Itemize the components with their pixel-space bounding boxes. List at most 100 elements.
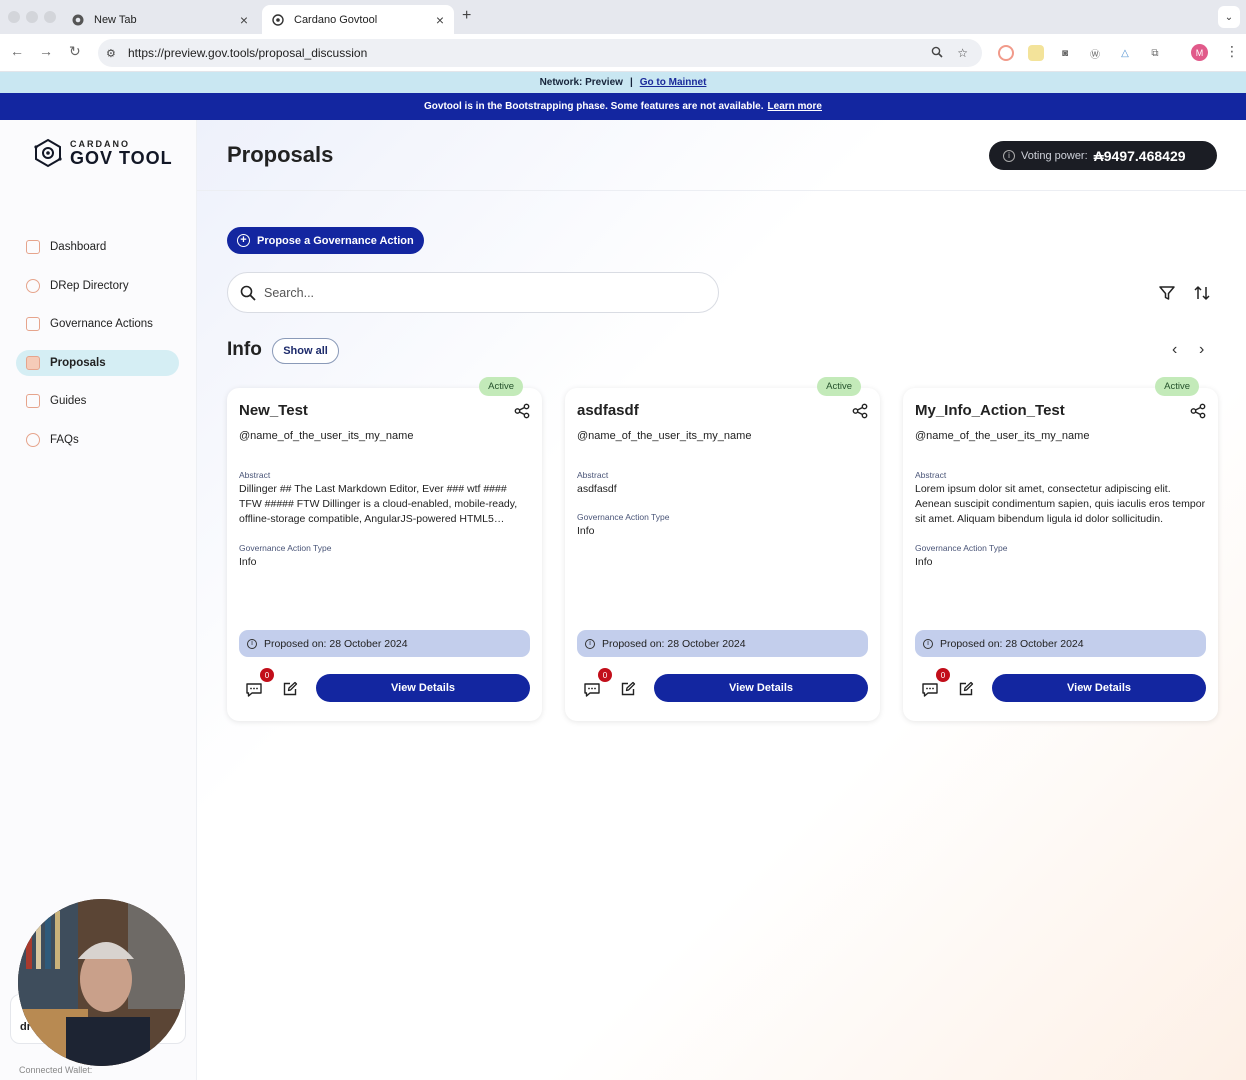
sidebar-item-label: FAQs	[50, 434, 79, 446]
comment-count-badge: 0	[936, 668, 950, 682]
extension-2-icon[interactable]	[1028, 45, 1044, 61]
share-icon[interactable]	[514, 403, 530, 419]
comment-icon[interactable]	[921, 682, 939, 698]
sort-icon[interactable]	[1193, 284, 1211, 302]
edit-icon[interactable]	[620, 681, 636, 697]
proposals-icon	[26, 356, 40, 370]
proposal-card: Active My_Info_Action_Test @name_of_the_…	[903, 377, 1218, 721]
info-icon: i	[585, 638, 595, 649]
sidebar-item-dashboard[interactable]: Dashboard	[16, 234, 179, 260]
share-icon[interactable]	[1190, 403, 1206, 419]
proposal-author: @name_of_the_user_its_my_name	[239, 430, 414, 442]
sidebar-item-faqs[interactable]: FAQs	[16, 427, 179, 453]
proposal-title: My_Info_Action_Test	[915, 402, 1065, 419]
window-zoom-dot[interactable]	[44, 11, 56, 23]
propose-governance-action-button[interactable]: + Propose a Governance Action	[227, 227, 424, 254]
govtool-logo[interactable]: CARDANO GOV TOOL	[32, 138, 173, 168]
browser-menu-icon[interactable]: ⋮	[1225, 43, 1239, 60]
tab-close-icon[interactable]: ×	[436, 12, 444, 28]
sidebar-item-drep-directory[interactable]: DRep Directory	[16, 273, 179, 299]
camera-extension-icon[interactable]: ◙	[1057, 45, 1073, 61]
zoom-icon[interactable]	[931, 46, 943, 61]
governance-action-type-value: Info	[577, 525, 595, 537]
new-tab-plus-icon[interactable]: +	[462, 7, 471, 25]
chrome-icon	[72, 14, 84, 26]
show-all-button[interactable]: Show all	[272, 338, 339, 364]
page-title: Proposals	[227, 142, 334, 167]
comment-icon[interactable]	[583, 682, 601, 698]
edit-icon[interactable]	[282, 681, 298, 697]
govtool-favicon-icon	[272, 13, 284, 26]
governance-action-type-label: Governance Action Type	[915, 543, 1008, 553]
drive-extension-icon[interactable]: △	[1117, 45, 1133, 61]
network-separator: |	[629, 77, 633, 88]
proposed-on-box: i Proposed on: 28 October 2024	[915, 630, 1206, 657]
extension-1-icon[interactable]	[998, 45, 1014, 61]
sidebar-item-proposals[interactable]: Proposals	[16, 350, 179, 376]
page-header: Proposals i Voting power: ₳9497.468429	[197, 120, 1246, 191]
tab-search-chevron-icon[interactable]: ⌄	[1218, 6, 1240, 28]
governance-action-type-label: Governance Action Type	[577, 512, 670, 522]
window-minimize-dot[interactable]	[26, 11, 38, 23]
abstract-text: Dillinger ## The Last Markdown Editor, E…	[239, 483, 518, 525]
voting-power-pill: i Voting power: ₳9497.468429	[989, 141, 1217, 170]
bootstrap-text: Govtool is in the Bootstrapping phase. S…	[424, 101, 764, 112]
bookmark-star-icon[interactable]: ☆	[957, 46, 968, 60]
section-title-info: Info	[227, 339, 262, 360]
sidebar-item-label: Dashboard	[50, 241, 107, 253]
governance-actions-icon	[26, 317, 40, 331]
abstract-text: Lorem ipsum dolor sit amet, consectetur …	[915, 483, 1206, 525]
back-icon[interactable]: ←	[10, 43, 24, 59]
voting-power-label: Voting power:	[1021, 149, 1088, 162]
view-details-button[interactable]: View Details	[316, 674, 530, 702]
status-badge: Active	[817, 377, 861, 396]
chevron-right-icon[interactable]: ›	[1199, 341, 1204, 359]
sidebar-item-guides[interactable]: Guides	[16, 388, 179, 414]
proposed-on-text: Proposed on: 28 October 2024	[602, 637, 746, 650]
proposal-author: @name_of_the_user_its_my_name	[915, 430, 1090, 442]
wordpress-extension-icon[interactable]: Ⓦ	[1087, 45, 1103, 61]
comment-icon[interactable]	[245, 682, 263, 698]
view-details-button[interactable]: View Details	[992, 674, 1206, 702]
filter-icon[interactable]	[1158, 284, 1176, 302]
sidebar-item-label: Governance Actions	[50, 318, 153, 330]
edit-icon[interactable]	[958, 681, 974, 697]
reload-icon[interactable]: ↻	[69, 43, 81, 60]
drep-directory-icon	[26, 279, 40, 293]
proposed-on-text: Proposed on: 28 October 2024	[264, 637, 408, 650]
tab-close-icon[interactable]: ×	[240, 12, 248, 28]
learn-more-link[interactable]: Learn more	[768, 101, 822, 112]
abstract-label: Abstract	[577, 470, 609, 480]
profile-avatar[interactable]: M	[1191, 44, 1208, 61]
network-banner: Network: Preview | Go to Mainnet	[0, 72, 1246, 93]
connected-wallet-label: Connected Wallet:	[19, 1065, 93, 1075]
view-details-button[interactable]: View Details	[654, 674, 868, 702]
proposed-on-text: Proposed on: 28 October 2024	[940, 637, 1084, 650]
tab-label: Cardano Govtool	[294, 13, 378, 26]
tab-new-tab[interactable]: New Tab ×	[62, 5, 258, 34]
share-icon[interactable]	[852, 403, 868, 419]
search-input[interactable]	[264, 285, 684, 300]
site-settings-icon[interactable]: ⚙	[106, 47, 124, 60]
chevron-left-icon[interactable]: ‹	[1172, 341, 1177, 359]
go-to-mainnet-link[interactable]: Go to Mainnet	[640, 77, 707, 88]
forward-icon[interactable]: →	[39, 43, 53, 59]
sidebar-item-governance-actions[interactable]: Governance Actions	[16, 311, 179, 337]
window-close-dot[interactable]	[8, 11, 20, 23]
voting-power-value: ₳9497.468429	[1093, 147, 1186, 164]
abstract-label: Abstract	[915, 470, 947, 480]
governance-action-type-value: Info	[239, 556, 257, 568]
sidebar-item-label: Proposals	[50, 357, 106, 369]
browser-toolbar: ← → ↻ ⚙ https://preview.gov.tools/propos…	[0, 34, 1246, 72]
sidebar-item-label: Guides	[50, 395, 87, 407]
address-bar[interactable]: ⚙ https://preview.gov.tools/proposal_dis…	[98, 39, 982, 67]
tab-cardano-govtool[interactable]: Cardano Govtool ×	[262, 5, 454, 34]
extensions-puzzle-icon[interactable]: ⧉	[1147, 45, 1163, 61]
proposal-title: asdfasdf	[577, 402, 639, 419]
proposal-card: Active New_Test @name_of_the_user_its_my…	[227, 377, 542, 721]
faqs-icon	[26, 433, 40, 447]
info-icon: i	[247, 638, 257, 649]
propose-button-label: Propose a Governance Action	[257, 234, 414, 247]
info-icon[interactable]: i	[1003, 149, 1015, 162]
guides-icon	[26, 394, 40, 408]
